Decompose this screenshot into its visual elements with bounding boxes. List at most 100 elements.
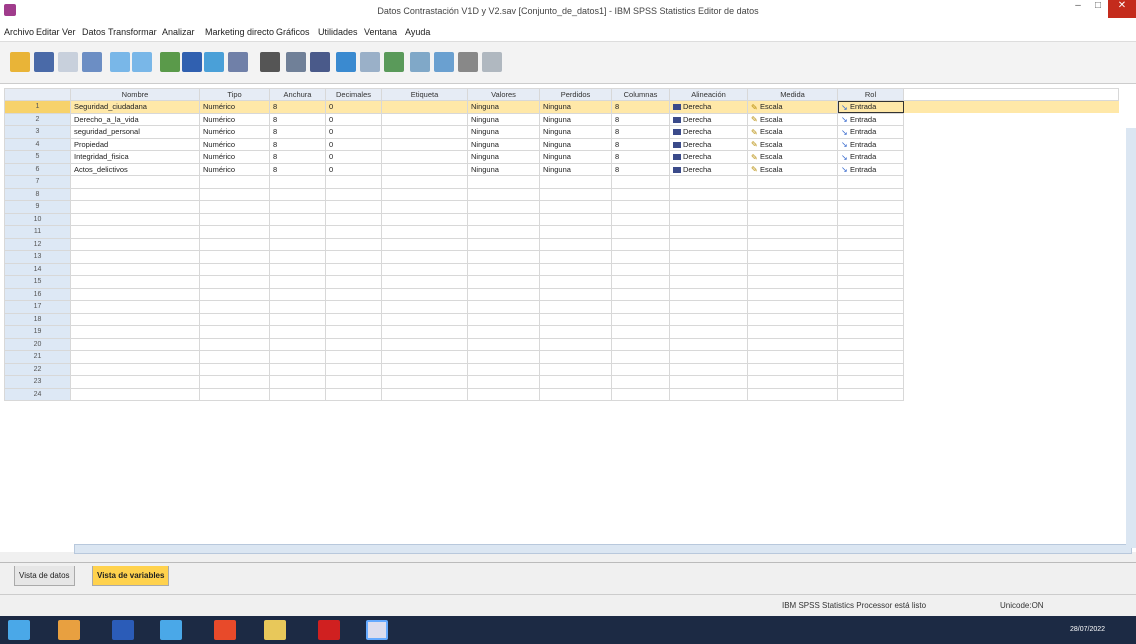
col-header[interactable]: Valores — [467, 88, 540, 101]
empty-cell[interactable] — [467, 275, 540, 289]
variable-row[interactable]: 2 Derecho_a_la_vida Numérico 8 0 Ninguna Ningu… — [4, 112, 1119, 126]
empty-row[interactable]: 16 — [4, 287, 1119, 301]
empty-cell[interactable] — [669, 250, 748, 264]
empty-cell[interactable] — [611, 362, 670, 376]
empty-cell[interactable] — [669, 350, 748, 364]
insert-variable-icon[interactable] — [310, 52, 330, 72]
empty-cell[interactable] — [669, 237, 748, 251]
empty-cell[interactable] — [199, 275, 270, 289]
cell-missing[interactable]: Ninguna — [539, 100, 612, 114]
cell-values[interactable]: Ninguna — [467, 100, 540, 114]
cell-values[interactable]: Ninguna — [467, 112, 540, 126]
empty-cell[interactable] — [669, 275, 748, 289]
empty-row[interactable]: 23 — [4, 375, 1119, 389]
empty-cell[interactable] — [747, 175, 838, 189]
cell-width[interactable]: 8 — [269, 137, 326, 151]
row-number[interactable]: 10 — [4, 212, 71, 226]
insert-cases-icon[interactable] — [286, 52, 306, 72]
empty-cell[interactable] — [199, 262, 270, 276]
empty-cell[interactable] — [70, 337, 200, 351]
empty-cell[interactable] — [539, 300, 612, 314]
word-icon[interactable] — [112, 620, 134, 640]
empty-row[interactable]: 14 — [4, 262, 1119, 276]
empty-cell[interactable] — [381, 375, 468, 389]
cell-missing[interactable]: Ninguna — [539, 162, 612, 176]
menu-ver[interactable]: Ver — [62, 27, 76, 37]
row-number[interactable]: 5 — [4, 150, 71, 164]
empty-row[interactable]: 15 — [4, 275, 1119, 289]
close-button[interactable]: ✕ — [1108, 0, 1136, 18]
empty-cell[interactable] — [837, 200, 904, 214]
empty-cell[interactable] — [611, 262, 670, 276]
cell-missing[interactable]: Ninguna — [539, 150, 612, 164]
empty-cell[interactable] — [70, 237, 200, 251]
empty-cell[interactable] — [199, 387, 270, 401]
empty-cell[interactable] — [669, 300, 748, 314]
cell-role[interactable]: ↘ Entrada — [837, 137, 904, 151]
empty-cell[interactable] — [325, 225, 382, 239]
row-number[interactable]: 23 — [4, 375, 71, 389]
empty-cell[interactable] — [467, 237, 540, 251]
empty-cell[interactable] — [381, 187, 468, 201]
empty-cell[interactable] — [70, 262, 200, 276]
empty-cell[interactable] — [669, 387, 748, 401]
empty-cell[interactable] — [467, 262, 540, 276]
empty-cell[interactable] — [747, 300, 838, 314]
empty-cell[interactable] — [199, 237, 270, 251]
empty-cell[interactable] — [325, 175, 382, 189]
cell-width[interactable]: 8 — [269, 162, 326, 176]
empty-cell[interactable] — [539, 325, 612, 339]
empty-cell[interactable] — [325, 325, 382, 339]
empty-cell[interactable] — [70, 275, 200, 289]
empty-row[interactable]: 8 — [4, 187, 1119, 201]
empty-cell[interactable] — [611, 237, 670, 251]
row-number[interactable]: 20 — [4, 337, 71, 351]
tab-variable-view[interactable]: Vista de variables — [92, 566, 170, 586]
empty-cell[interactable] — [70, 362, 200, 376]
cell-missing[interactable]: Ninguna — [539, 112, 612, 126]
empty-cell[interactable] — [539, 350, 612, 364]
menu-editar[interactable]: Editar — [36, 27, 60, 37]
redo-icon[interactable] — [132, 52, 152, 72]
empty-cell[interactable] — [611, 212, 670, 226]
empty-cell[interactable] — [325, 287, 382, 301]
empty-cell[interactable] — [467, 350, 540, 364]
empty-cell[interactable] — [199, 187, 270, 201]
cell-name[interactable]: Propiedad — [70, 137, 200, 151]
empty-cell[interactable] — [70, 375, 200, 389]
empty-cell[interactable] — [269, 187, 326, 201]
empty-cell[interactable] — [611, 350, 670, 364]
empty-cell[interactable] — [611, 312, 670, 326]
empty-cell[interactable] — [611, 175, 670, 189]
empty-cell[interactable] — [467, 387, 540, 401]
empty-cell[interactable] — [539, 387, 612, 401]
vertical-scrollbar[interactable] — [1126, 128, 1136, 548]
empty-cell[interactable] — [269, 325, 326, 339]
empty-cell[interactable] — [381, 387, 468, 401]
empty-cell[interactable] — [467, 225, 540, 239]
empty-cell[interactable] — [837, 262, 904, 276]
cell-dec[interactable]: 0 — [325, 162, 382, 176]
empty-cell[interactable] — [611, 337, 670, 351]
empty-row[interactable]: 20 — [4, 337, 1119, 351]
cell-align[interactable]: Derecha — [669, 100, 748, 114]
cell-width[interactable]: 8 — [269, 100, 326, 114]
empty-cell[interactable] — [70, 200, 200, 214]
cell-dec[interactable]: 0 — [325, 150, 382, 164]
weight-cases-icon[interactable] — [360, 52, 380, 72]
empty-cell[interactable] — [199, 300, 270, 314]
row-number[interactable]: 4 — [4, 137, 71, 151]
empty-cell[interactable] — [539, 262, 612, 276]
empty-cell[interactable] — [611, 250, 670, 264]
cell-type[interactable]: Numérico — [199, 125, 270, 139]
empty-cell[interactable] — [669, 287, 748, 301]
empty-cell[interactable] — [669, 187, 748, 201]
cell-name[interactable]: Integridad_fisica — [70, 150, 200, 164]
empty-cell[interactable] — [669, 200, 748, 214]
empty-cell[interactable] — [747, 200, 838, 214]
cell-cols[interactable]: 8 — [611, 150, 670, 164]
cell-label[interactable] — [381, 112, 468, 126]
cell-measure[interactable]: ✎ Escala — [747, 125, 838, 139]
empty-cell[interactable] — [747, 212, 838, 226]
col-header[interactable]: Alineación — [669, 88, 748, 101]
